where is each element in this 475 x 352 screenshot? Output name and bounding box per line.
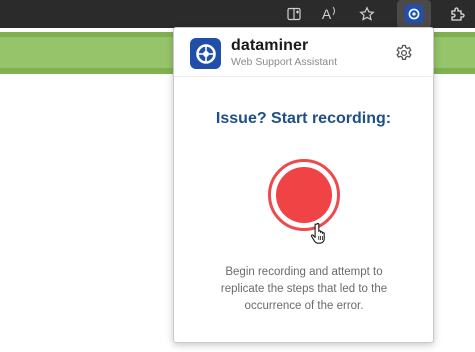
popup-header: dataminer Web Support Assistant bbox=[174, 28, 433, 77]
hand-pointer-cursor-icon bbox=[310, 222, 325, 244]
browser-toolbar: A bbox=[0, 0, 475, 28]
dataminer-extension-button[interactable] bbox=[397, 0, 431, 28]
browser-window: A dataminer Web Support Assistant Issue?… bbox=[0, 0, 475, 352]
popup-headline: Issue? Start recording: bbox=[215, 110, 392, 127]
brand-subtitle: Web Support Assistant bbox=[231, 56, 338, 68]
start-recording-button[interactable] bbox=[268, 159, 340, 231]
record-dot-icon bbox=[276, 167, 332, 223]
settings-gear-icon[interactable] bbox=[394, 43, 414, 63]
favorite-star-icon[interactable] bbox=[354, 2, 380, 26]
dataminer-extension-icon bbox=[405, 5, 423, 23]
split-screen-icon[interactable] bbox=[281, 2, 307, 26]
read-aloud-icon[interactable]: A bbox=[317, 2, 343, 26]
brand-name: dataminer bbox=[231, 37, 309, 54]
extension-popup: dataminer Web Support Assistant Issue? S… bbox=[173, 27, 434, 343]
extensions-puzzle-icon[interactable] bbox=[444, 2, 470, 26]
read-aloud-glyph: A bbox=[321, 6, 332, 22]
dataminer-logo-icon bbox=[190, 38, 221, 69]
recording-instructions: Begin recording and attempt to replicate… bbox=[220, 266, 388, 312]
